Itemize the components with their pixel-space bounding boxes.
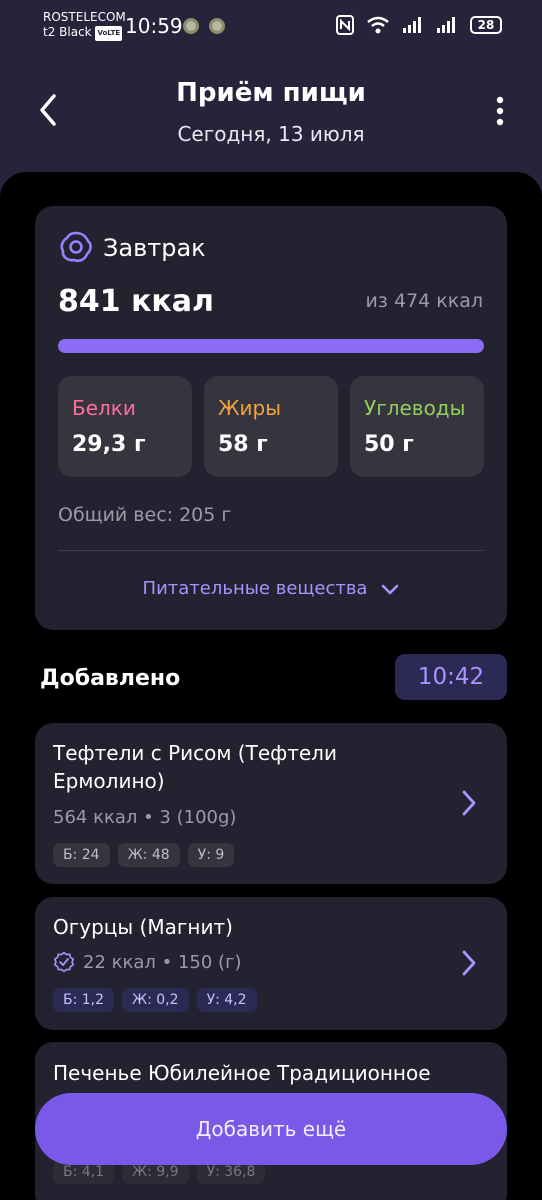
nutrients-label: Питательные вещества	[142, 578, 368, 599]
carb-value: 50 г	[364, 432, 414, 457]
add-more-button[interactable]: Добавить ещё	[35, 1093, 507, 1165]
carrier-plan: t2 Black	[43, 25, 92, 39]
meal-name: Завтрак	[103, 234, 206, 262]
meal-time-button[interactable]: 10:42	[395, 654, 507, 700]
app-notification-icon	[183, 18, 199, 34]
food-meta-text: 22 ккал • 150 (г)	[83, 951, 242, 973]
content-sheet: Завтрак 841 ккал из 474 ккал Белки 29,3 …	[0, 172, 542, 1200]
protein-label: Белки	[72, 396, 136, 420]
food-item[interactable]: Тефтели с Рисом (Тефтели Ермолино) 564 к…	[35, 723, 507, 884]
status-bar: ROSTELECOM t2 Black VoLTE 10:59 28	[0, 0, 542, 56]
chevron-down-icon	[382, 584, 399, 595]
system-icons: 28	[336, 15, 502, 35]
fat-value: 58 г	[218, 432, 268, 457]
volte-badge: VoLTE	[95, 26, 123, 41]
total-weight: Общий вес: 205 г	[58, 504, 232, 526]
carb-card: Углеводы 50 г	[350, 376, 484, 477]
macro-chips: Б: 24 Ж: 48 У: 9	[53, 843, 235, 867]
carb-chip: У: 9	[187, 843, 235, 867]
macro-chips: Б: 1,2 Ж: 0,2 У: 4,2	[53, 988, 257, 1012]
fat-chip: Ж: 48	[117, 843, 180, 867]
fried-egg-icon	[60, 231, 92, 263]
divider	[58, 550, 484, 551]
fat-card: Жиры 58 г	[204, 376, 338, 477]
page-title: Приём пищи	[176, 78, 366, 108]
carrier-info: ROSTELECOM t2 Black VoLTE	[43, 10, 126, 41]
protein-chip: Б: 24	[53, 843, 110, 867]
battery-icon: 28	[470, 16, 502, 34]
chevron-right-icon	[462, 790, 476, 816]
kcal-progress-fill	[58, 339, 484, 353]
notification-icons	[183, 18, 225, 34]
food-name: Тефтели с Рисом (Тефтели Ермолино)	[53, 741, 337, 793]
protein-value: 29,3 г	[72, 432, 146, 457]
wifi-icon	[367, 16, 389, 34]
verified-badge-icon	[53, 951, 75, 973]
app-notification-icon	[209, 18, 225, 34]
more-options-button[interactable]	[488, 94, 512, 130]
protein-chip: Б: 1,2	[53, 988, 115, 1012]
food-meta: 564 ккал • 3 (100g)	[53, 807, 236, 828]
protein-card: Белки 29,3 г	[58, 376, 192, 477]
carrier-name: ROSTELECOM	[43, 10, 126, 24]
food-meta-text: 564 ккал • 3 (100g)	[53, 807, 237, 828]
fat-chip: Ж: 0,2	[122, 988, 189, 1012]
chevron-right-icon	[462, 950, 476, 976]
page-date: Сегодня, 13 июля	[177, 122, 365, 146]
kcal-total: 841 ккал	[58, 284, 215, 319]
more-vertical-icon	[496, 96, 504, 126]
meal-summary-card: Завтрак 841 ккал из 474 ккал Белки 29,3 …	[35, 206, 507, 630]
fat-label: Жиры	[218, 396, 282, 420]
food-name: Печенье Юбилейное Традиционное	[53, 1061, 431, 1085]
food-meta: 22 ккал • 150 (г)	[53, 951, 242, 973]
signal-icon	[403, 17, 421, 33]
kcal-progress-bar	[58, 339, 484, 353]
nfc-icon	[336, 15, 354, 35]
nutrients-toggle-button[interactable]: Питательные вещества	[35, 578, 507, 599]
signal-icon	[437, 17, 455, 33]
added-section-title: Добавлено	[40, 666, 181, 691]
food-name: Огурцы (Магнит)	[53, 915, 233, 939]
carb-label: Углеводы	[364, 396, 466, 420]
kcal-goal: из 474 ккал	[365, 290, 483, 312]
carb-chip: У: 4,2	[196, 988, 257, 1012]
status-time: 10:59	[125, 14, 183, 38]
app-header: Приём пищи Сегодня, 13 июля	[0, 56, 542, 172]
food-item[interactable]: Огурцы (Магнит) 22 ккал • 150 (г) Б: 1,2…	[35, 897, 507, 1030]
